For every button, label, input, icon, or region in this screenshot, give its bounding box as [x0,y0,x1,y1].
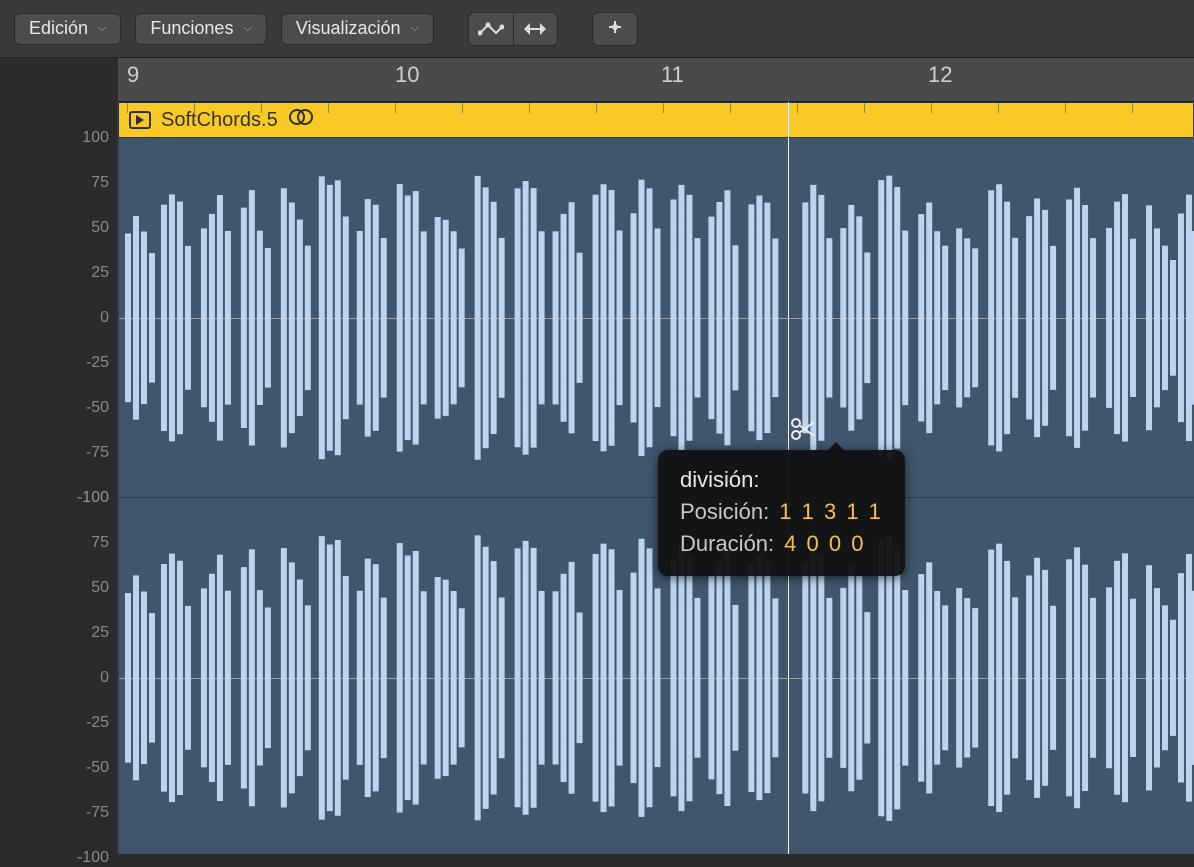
tooltip-label: Duración: [680,528,774,560]
amplitude-label: 25 [9,264,109,282]
amplitude-label: -25 [9,354,109,372]
automation-curve-icon[interactable] [469,13,513,45]
amplitude-label: -75 [9,444,109,462]
amplitude-label: 50 [9,579,109,597]
region-header[interactable]: SoftChords.5 [118,102,1194,138]
menu-visualizacion[interactable]: Visualización ⌵ [281,13,434,45]
tooltip-label: Posición: [680,496,769,528]
menu-label: Funciones [150,18,233,39]
amplitude-label: -50 [9,759,109,777]
amplitude-label: -50 [9,399,109,417]
tooltip-title: división: [680,464,883,496]
editor-panel: 9101112 1007550250-25-50-75-100100755025… [0,58,1194,854]
waveform-area[interactable] [118,138,1194,854]
waveform-channel-right[interactable] [119,498,1194,858]
chevron-down-icon: ⌵ [243,22,251,35]
menu-edicion[interactable]: Edición ⌵ [14,13,121,45]
amplitude-label: 100 [9,489,109,507]
menu-label: Visualización [296,18,401,39]
amplitude-label: 0 [9,669,109,687]
amplitude-label: 75 [9,534,109,552]
bar-ruler[interactable]: 9 10 11 12 [118,58,1194,102]
menu-label: Edición [29,18,88,39]
amplitude-label: 75 [9,174,109,192]
ruler-bar-number: 11 [661,62,684,88]
ruler-bar-number: 9 [127,62,139,88]
menu-funciones[interactable]: Funciones ⌵ [135,13,266,45]
tooltip-value: 1 1 3 1 1 [779,496,883,528]
amplitude-label: 100 [9,129,109,147]
stereo-icon [288,108,314,132]
flex-icon[interactable] [513,13,557,45]
ruler-bar-number: 10 [395,62,419,88]
division-tooltip: división: Posición: 1 1 3 1 1 Duración: … [658,450,905,576]
tooltip-value: 4 0 0 0 [784,528,865,560]
catch-group [592,12,638,46]
amplitude-gutter: 1007550250-25-50-75-1001007550250-25-50-… [0,102,118,854]
amplitude-label: -75 [9,804,109,822]
amplitude-label: 50 [9,219,109,237]
amplitude-label: 0 [9,309,109,327]
waveform-channel-left[interactable] [119,138,1194,498]
scissors-cursor-icon [790,416,816,447]
amplitude-label: -25 [9,714,109,732]
chevron-down-icon: ⌵ [98,22,106,35]
amplitude-label: 25 [9,624,109,642]
amplitude-label: -100 [9,849,109,867]
chevron-down-icon: ⌵ [411,22,419,35]
play-icon [129,111,151,129]
ruler-bar-number: 12 [928,62,952,88]
automation-group [468,12,558,46]
toolbar: Edición ⌵ Funciones ⌵ Visualización ⌵ [0,0,1194,58]
catch-toggle-icon[interactable] [593,13,637,45]
